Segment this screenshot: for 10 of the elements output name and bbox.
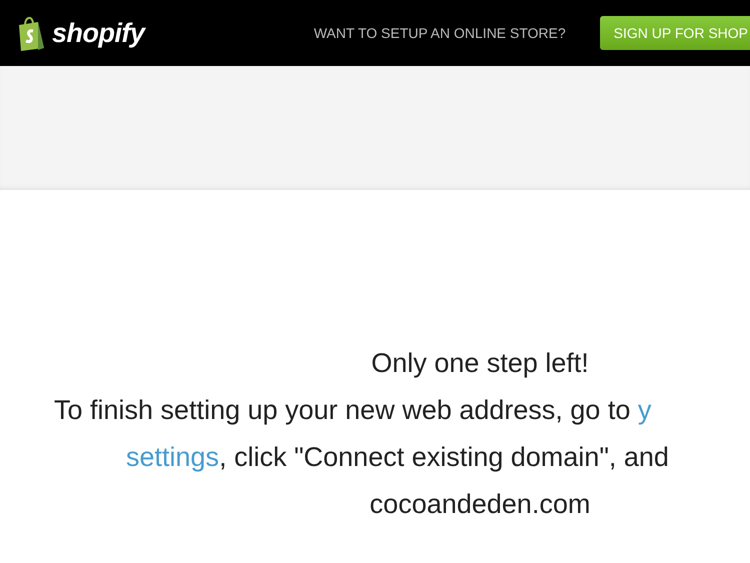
store-prompt: WANT TO SETUP AN ONLINE STORE? (314, 25, 566, 41)
logo-wordmark: shopify (52, 18, 145, 48)
instruction-text: To finish setting up your new web address, go to (54, 395, 632, 425)
domain-name: cocoandeden.com (370, 489, 590, 519)
shopping-bag-icon (16, 15, 46, 51)
message-heading: Only one step left! (371, 348, 589, 378)
settings-link[interactable]: y (638, 395, 652, 425)
instruction-text: , click "Connect existing domain", and (219, 442, 669, 472)
signup-button[interactable]: SIGN UP FOR SHOP (600, 16, 750, 50)
settings-link[interactable]: settings (126, 442, 220, 472)
